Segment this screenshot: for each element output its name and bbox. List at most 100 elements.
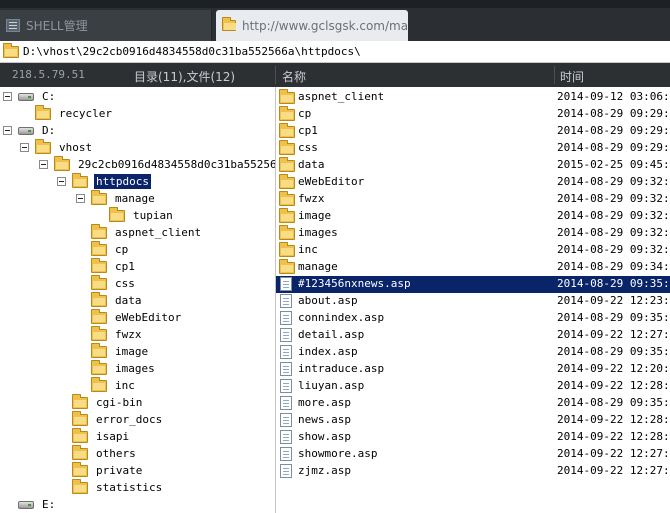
tree-node-cp1[interactable]: cp1 — [91, 257, 137, 275]
tree-node-aspnet_client[interactable]: aspnet_client — [91, 223, 203, 241]
tree-node-image[interactable]: image — [91, 342, 150, 360]
collapse-toggle-icon[interactable] — [39, 160, 48, 169]
tree-node-label[interactable]: fwzx — [113, 327, 144, 342]
file-name: intraduce.asp — [298, 362, 385, 375]
file-row[interactable]: show.asp 2014-09-22 12:28:02 — [276, 429, 670, 446]
path-bar[interactable]: D:\vhost\29c2cb0916d4834558d0c31ba552566… — [0, 41, 670, 63]
tree-node-private[interactable]: private — [72, 461, 144, 479]
file-time: 2014-08-29 09:32:51 — [557, 226, 670, 239]
file-row[interactable]: css 2014-08-29 09:29:16 — [276, 140, 670, 157]
tree-node-29c2cb0916d4834558d0c31ba552566a[interactable]: 29c2cb0916d4834558d0c31ba552566a — [39, 155, 275, 173]
folder-icon — [35, 138, 51, 154]
file-row[interactable]: more.asp 2014-08-29 09:35:33 — [276, 395, 670, 412]
file-icon — [280, 277, 292, 291]
folder-icon — [91, 291, 107, 307]
column-header-time[interactable]: 时间 — [560, 68, 584, 85]
column-header-name[interactable]: 名称 — [282, 68, 306, 85]
tree-node-label[interactable]: httpdocs — [93, 173, 152, 190]
tree-node-recycler[interactable]: recycler — [35, 104, 114, 122]
directory-tree[interactable]: C: recycler D: vhost 29c2cb0916d4834558d0c31… — [0, 87, 275, 513]
tree-node-vhost[interactable]: vhost — [20, 138, 94, 156]
tree-node-label[interactable]: 29c2cb0916d4834558d0c31ba552566a — [76, 157, 275, 172]
file-row[interactable]: #123456nxnews.asp 2014-08-29 09:35:30 — [276, 276, 670, 293]
tree-node-label[interactable]: data — [113, 293, 144, 308]
file-row[interactable]: detail.asp 2014-09-22 12:27:57 — [276, 327, 670, 344]
file-row[interactable]: fwzx 2014-08-29 09:32:13 — [276, 191, 670, 208]
collapse-toggle-icon[interactable] — [20, 143, 29, 152]
tree-node-tupian[interactable]: tupian — [109, 206, 175, 224]
tree-node-label[interactable]: cp1 — [113, 259, 137, 274]
folder-icon — [91, 189, 107, 205]
tree-node-fwzx[interactable]: fwzx — [91, 325, 144, 343]
tree-node-label[interactable]: cgi-bin — [94, 395, 144, 410]
tree-node-label[interactable]: recycler — [57, 106, 114, 121]
tree-node-cp[interactable]: cp — [91, 240, 130, 258]
file-row[interactable]: intraduce.asp 2014-09-22 12:20:08 — [276, 361, 670, 378]
file-row[interactable]: images 2014-08-29 09:32:51 — [276, 225, 670, 242]
tree-node-isapi[interactable]: isapi — [72, 427, 131, 445]
tree-node-d[interactable]: D: — [3, 122, 57, 139]
tree-node-statistics[interactable]: statistics — [72, 478, 164, 496]
file-row[interactable]: zjmz.asp 2014-09-22 12:27:58 — [276, 463, 670, 480]
tree-node-label[interactable]: eWebEditor — [113, 310, 183, 325]
file-row[interactable]: index.asp 2014-08-29 09:35:32 — [276, 344, 670, 361]
tree-node-css[interactable]: css — [91, 274, 137, 292]
tree-node-label[interactable]: isapi — [94, 429, 131, 444]
tree-node-label[interactable]: D: — [40, 123, 57, 138]
tree-node-label[interactable]: private — [94, 463, 144, 478]
tree-node-label[interactable]: image — [113, 344, 150, 359]
collapse-toggle-icon[interactable] — [57, 177, 66, 186]
tree-node-label[interactable]: images — [113, 361, 157, 376]
file-row[interactable]: image 2014-08-29 09:32:14 — [276, 208, 670, 225]
tab-site-url[interactable]: http://www.gclsgsk.com/manag... — [216, 10, 408, 41]
tree-node-data[interactable]: data — [91, 291, 144, 309]
collapse-toggle-icon[interactable] — [76, 194, 85, 203]
folder-icon — [279, 157, 295, 172]
tree-node-label[interactable]: cp — [113, 242, 130, 257]
file-time: 2014-08-29 09:32:55 — [557, 243, 670, 256]
tree-node-e[interactable]: E: — [3, 496, 57, 513]
file-row[interactable]: about.asp 2014-09-22 12:23:32 — [276, 293, 670, 310]
tree-node-label[interactable]: E: — [40, 497, 57, 512]
tree-node-label[interactable]: error_docs — [94, 412, 164, 427]
file-row[interactable]: liuyan.asp 2014-09-22 12:28:00 — [276, 378, 670, 395]
file-row[interactable]: cp 2014-08-29 09:29:06 — [276, 106, 670, 123]
path-text[interactable]: D:\vhost\29c2cb0916d4834558d0c31ba552566… — [23, 45, 361, 58]
file-row[interactable]: news.asp 2014-09-22 12:28:01 — [276, 412, 670, 429]
tree-node-c[interactable]: C: — [3, 88, 57, 105]
collapse-toggle-icon[interactable] — [3, 92, 12, 101]
tree-node-label[interactable]: inc — [113, 378, 137, 393]
file-row[interactable]: cp1 2014-08-29 09:29:14 — [276, 123, 670, 140]
folder-icon — [72, 172, 88, 188]
tree-node-error_docs[interactable]: error_docs — [72, 410, 164, 428]
folder-icon — [3, 42, 19, 58]
column-divider[interactable] — [275, 66, 276, 84]
tree-node-httpdocs[interactable]: httpdocs — [57, 172, 152, 190]
folder-icon — [279, 208, 295, 223]
tree-node-label[interactable]: manage — [113, 191, 157, 206]
file-list[interactable]: aspnet_client 2014-09-12 03:06:15 cp 2014-0… — [276, 87, 670, 513]
file-row[interactable]: aspnet_client 2014-09-12 03:06:15 — [276, 89, 670, 106]
tree-node-label[interactable]: vhost — [57, 140, 94, 155]
tree-node-label[interactable]: others — [94, 446, 138, 461]
tree-node-inc[interactable]: inc — [91, 376, 137, 394]
column-divider[interactable] — [554, 66, 555, 84]
file-row[interactable]: eWebEditor 2014-08-29 09:32:07 — [276, 174, 670, 191]
tree-node-label[interactable]: tupian — [131, 208, 175, 223]
tree-node-images[interactable]: images — [91, 359, 157, 377]
tree-node-label[interactable]: statistics — [94, 480, 164, 495]
tree-node-label[interactable]: css — [113, 276, 137, 291]
file-row[interactable]: connindex.asp 2014-08-29 09:35:31 — [276, 310, 670, 327]
file-row[interactable]: showmore.asp 2014-09-22 12:27:58 — [276, 446, 670, 463]
file-row[interactable]: inc 2014-08-29 09:32:55 — [276, 242, 670, 259]
tree-node-label[interactable]: aspnet_client — [113, 225, 203, 240]
file-row[interactable]: manage 2014-08-29 09:34:49 — [276, 259, 670, 276]
tree-node-ewebeditor[interactable]: eWebEditor — [91, 308, 183, 326]
tab-shell-manager[interactable]: SHELL管理 — [0, 10, 212, 41]
tree-node-others[interactable]: others — [72, 444, 138, 462]
tree-node-cgi-bin[interactable]: cgi-bin — [72, 393, 144, 411]
tree-node-manage[interactable]: manage — [76, 189, 157, 207]
file-row[interactable]: data 2015-02-25 09:45:10 — [276, 157, 670, 174]
collapse-toggle-icon[interactable] — [3, 126, 12, 135]
tree-node-label[interactable]: C: — [40, 89, 57, 104]
